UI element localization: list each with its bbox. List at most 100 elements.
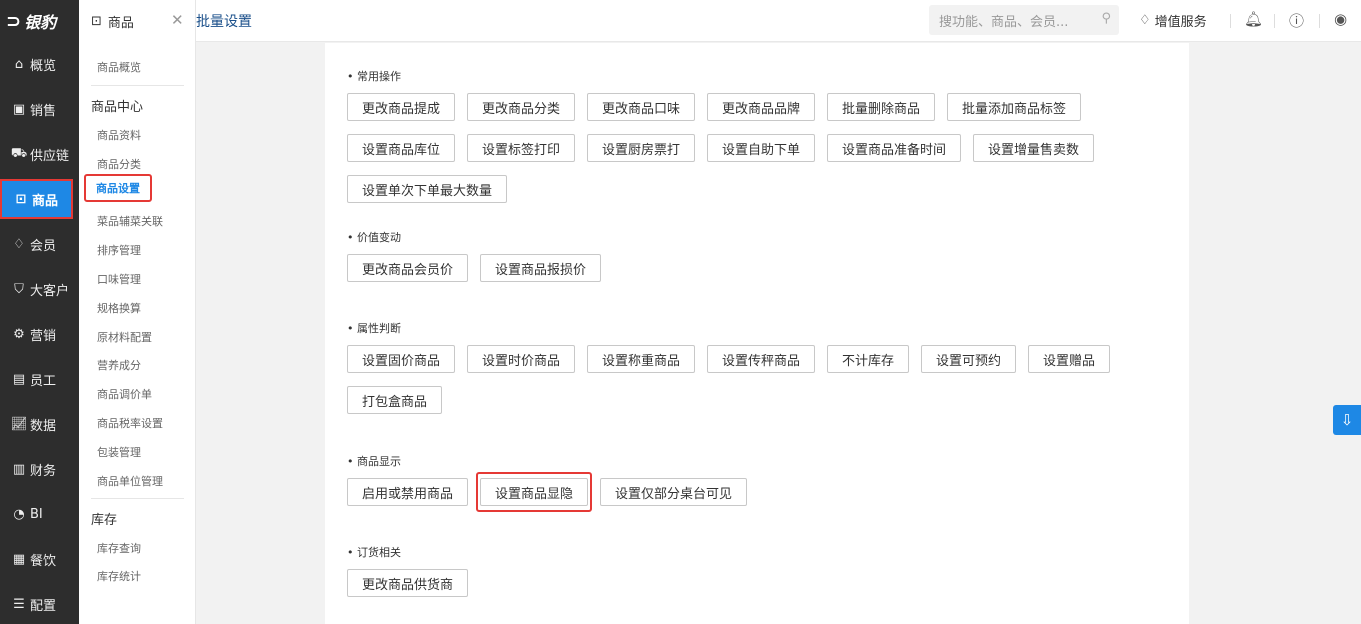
section-title-label: 订货相关 [357,546,401,559]
main-sidebar: ⊃ 银豹 ⌂ 概览 ▣ 销售 ⛟ 供应链 ⊡ 商品 ♢ 会员 ⛉ 大客户 ⚙ 营销 ▤ 员工 📈︎ 数据 ▥ 财务 ◔ BI… [0,0,79,624]
section-title: • 订货相关 [347,544,401,560]
divider [1274,14,1275,28]
search-input[interactable]: 搜功能、商品、会员... ⚲ [929,5,1119,35]
section-title: • 价值变动 [347,229,401,245]
batch-action-button[interactable]: 设置时价商品 [467,345,575,373]
panther-logo-icon: ⊃ [6,10,22,32]
sidebar-item-bi[interactable]: ◔ BI [0,494,79,534]
product-icon: ⊡ [91,13,102,29]
sub-menu-item[interactable]: 商品资料 [97,127,141,143]
sub-menu-item[interactable]: 包装管理 [97,444,141,460]
sub-menu-group-title: 库存 [91,513,118,528]
sidebar-item-member[interactable]: ♢ 会员 [0,224,79,264]
app: ⊃ 银豹 ⌂ 概览 ▣ 销售 ⛟ 供应链 ⊡ 商品 ♢ 会员 ⛉ 大客户 ⚙ 营销 ▤ 员工 📈︎ 数据 ▥ 财务 ◔ BI… [0,0,1361,624]
sidebar-item-label: 供应链 [30,148,70,164]
sub-menu-item[interactable]: 库存查询 [97,540,141,556]
section-title-label: 商品显示 [357,455,401,468]
sidebar-item-label: 大客户 [30,283,70,299]
sidebar-item-marketing[interactable]: ⚙ 营销 [0,314,79,354]
batch-action-button[interactable]: 更改商品口味 [587,93,695,121]
batch-action-button[interactable]: 设置增量售卖数 [973,134,1094,162]
sidebar-item-home[interactable]: ⌂ 概览 [0,44,79,84]
key-account-icon: ⛉ [14,281,24,297]
sub-menu-group-title: 商品中心 [91,100,144,115]
help-icon[interactable]: ⓘ [1289,10,1304,31]
logo: ⊃ 银豹 [0,0,79,42]
sidebar-item-label: 配置 [30,598,57,614]
sub-menu-item[interactable]: 商品分类 [97,156,141,172]
sub-menu-item[interactable]: 商品概览 [97,59,141,75]
batch-action-button[interactable]: 设置仅部分桌台可见 [600,478,747,506]
sidebar-item-sales[interactable]: ▣ 销售 [0,89,79,129]
sidebar-item-catering[interactable]: ▦ 餐饮 [0,539,79,579]
batch-action-button[interactable]: 打包盒商品 [347,386,442,414]
sub-menu-item[interactable]: 口味管理 [97,271,141,287]
sidebar-item-label: BI [30,506,43,522]
batch-action-button[interactable]: 设置商品库位 [347,134,455,162]
value-added-services-button[interactable]: ♢ 增值服务 [1139,11,1207,30]
sub-menu-item[interactable]: 库存统计 [97,568,141,584]
batch-action-button[interactable]: 设置固价商品 [347,345,455,373]
home-icon: ⌂ [14,56,24,72]
batch-action-button[interactable]: 不计库存 [827,345,909,373]
sidebar-item-label: 商品 [32,193,59,209]
sub-menu-item[interactable]: 商品调价单 [97,386,152,402]
sidebar-item-staff[interactable]: ▤ 员工 [0,359,79,399]
section-title: • 属性判断 [347,320,401,336]
batch-action-button[interactable]: 设置自助下单 [707,134,815,162]
user-icon[interactable]: ◉ [1334,10,1347,28]
batch-action-button[interactable]: 设置可预约 [921,345,1016,373]
bullet: • [347,546,357,559]
sidebar-item-key-account[interactable]: ⛉ 大客户 [0,269,79,309]
sub-menu-item[interactable]: 规格换算 [97,300,141,316]
sub-menu-item[interactable]: 商品单位管理 [97,473,163,489]
batch-action-button[interactable]: 设置厨房票打 [587,134,695,162]
batch-action-button[interactable]: 设置商品准备时间 [827,134,961,162]
batch-action-button[interactable]: 设置标签打印 [467,134,575,162]
sidebar-item-finance[interactable]: ▥ 财务 [0,449,79,489]
search-placeholder: 搜功能、商品、会员... [939,14,1069,30]
sub-menu-item[interactable]: 商品税率设置 [97,415,163,431]
batch-action-button[interactable]: 设置称重商品 [587,345,695,373]
sub-menu-item-selected[interactable]: 商品设置 [84,174,152,202]
batch-action-button[interactable]: 更改商品品牌 [707,93,815,121]
sub-menu-item[interactable]: 原材料配置 [97,329,152,345]
search-icon[interactable]: ⚲ [1101,11,1111,26]
sub-menu-item[interactable]: 菜品辅菜关联 [97,213,163,229]
marketing-icon: ⚙ [13,326,25,342]
diamond-icon: ♢ [1139,13,1151,28]
batch-action-button[interactable]: 设置传秤商品 [707,345,815,373]
download-icon[interactable]: ⇩ [1333,405,1361,435]
sidebar-item-product[interactable]: ⊡ 商品 [0,179,73,219]
batch-action-button[interactable]: 更改商品供货商 [347,569,468,597]
sub-menu-item[interactable]: 营养成分 [97,357,141,373]
batch-settings-panel: • 常用操作更改商品提成 更改商品分类 更改商品口味 更改商品品牌 批量删除商品 批量添加… [325,43,1189,624]
batch-action-button[interactable]: 设置商品报损价 [480,254,601,282]
highlight-box [476,472,592,512]
section-title: • 商品显示 [347,453,401,469]
batch-action-button[interactable]: 批量添加商品标签 [947,93,1081,121]
section-title-label: 常用操作 [357,70,401,83]
sidebar-item-label: 概览 [30,58,57,74]
config-icon: ☰ [13,596,25,612]
sidebar-item-data[interactable]: 📈︎ 数据 [0,404,79,444]
batch-action-button[interactable]: 更改商品提成 [347,93,455,121]
batch-action-button[interactable]: 更改商品会员价 [347,254,468,282]
member-icon: ♢ [13,236,25,252]
breadcrumb[interactable]: 批量设置 [196,11,252,31]
batch-action-button[interactable]: 设置单次下单最大数量 [347,175,507,203]
batch-action-button[interactable]: 设置赠品 [1028,345,1110,373]
sidebar-item-config[interactable]: ☰ 配置 [0,584,79,624]
sub-menu-item[interactable]: 排序管理 [97,242,141,258]
bell-icon[interactable]: 🔔︎ [1244,10,1263,28]
batch-action-button[interactable]: 更改商品分类 [467,93,575,121]
value-added-label: 增值服务 [1154,15,1207,30]
batch-action-button[interactable]: 启用或禁用商品 [347,478,468,506]
divider [1230,14,1231,28]
bullet: • [347,231,357,244]
sidebar-item-label: 营销 [30,328,57,344]
section-title: • 常用操作 [347,68,401,84]
sidebar-item-supply-chain[interactable]: ⛟ 供应链 [0,134,79,174]
close-icon[interactable]: ✕ [171,11,184,29]
batch-action-button[interactable]: 批量删除商品 [827,93,935,121]
